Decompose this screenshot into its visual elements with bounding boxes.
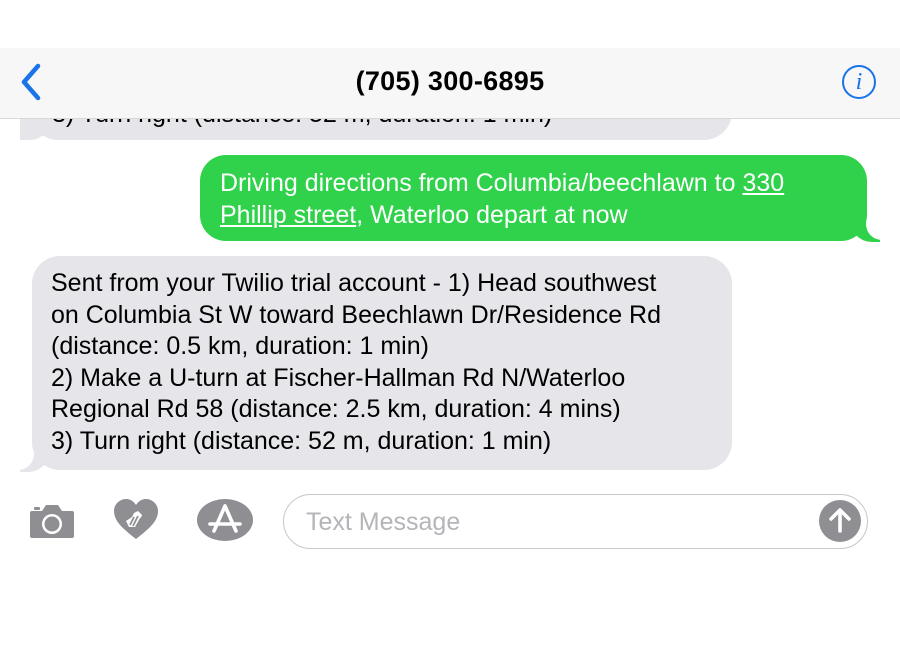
app-store-icon [197,499,253,541]
camera-button[interactable] [28,502,76,540]
camera-icon [30,505,74,538]
received-message-line: 2) Make a U-turn at Fischer-Hallman Rd N… [51,363,626,392]
address-link-part-2: Phillip street [220,201,357,229]
app-store-button[interactable] [196,497,254,543]
received-message-line: Regional Rd 58 (distance: 2.5 km, durati… [51,395,621,423]
arrow-up-icon [829,508,851,533]
received-message-line: Sent from your Twilio trial account - 1)… [51,269,657,297]
conversation-title[interactable]: (705) 300-6895 [0,66,900,97]
sent-message-text: Driving directions from Columbia/beechla… [220,169,743,197]
info-button[interactable]: i [842,65,876,99]
heart-icon [114,499,158,539]
address-link-part-1: 330 [742,169,785,197]
send-button[interactable] [819,500,861,542]
sent-message-bubble[interactable]: Driving directions from Columbia/beechla… [200,155,867,241]
received-message-line: 3) Turn right (distance: 52 m, duration:… [51,426,552,455]
received-message-line: on Columbia St W toward Beechlawn Dr/Res… [51,300,661,329]
received-message-line: (distance: 0.5 km, duration: 1 min) [51,332,429,360]
message-input-container[interactable] [283,494,868,549]
digital-touch-button[interactable] [112,497,160,543]
info-icon: i [855,69,863,95]
message-input[interactable] [304,503,788,541]
received-message-bubble[interactable]: Sent from your Twilio trial account - 1)… [32,256,732,470]
navigation-bar: (705) 300-6895 i [0,48,900,119]
sent-message-text-end: , Waterloo depart at now [356,201,628,229]
messages-screen: 3) Turn right (distance: 52 m, duration:… [0,0,900,650]
status-area [0,0,900,48]
